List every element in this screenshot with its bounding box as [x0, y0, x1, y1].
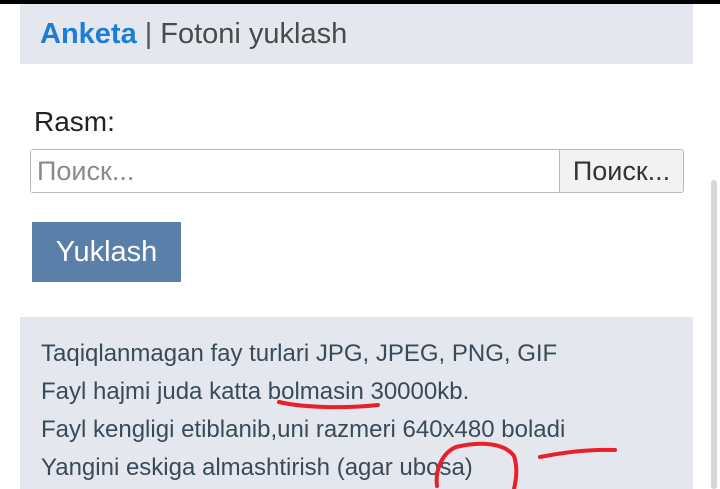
info-panel: Taqiqlanmagan fay turlari JPG, JPEG, PNG…	[20, 317, 693, 489]
tab-photo-upload[interactable]: Fotoni yuklash	[160, 18, 347, 51]
info-line-file-size: Fayl hajmi juda katta bolmasin 30000kb.	[41, 378, 470, 405]
image-field-label: Rasm:	[34, 106, 115, 137]
upload-button[interactable]: Yuklash	[32, 222, 181, 282]
file-path-input[interactable]	[31, 150, 559, 192]
info-line-file-types: Taqiqlanmagan fay turlari JPG, JPEG, PNG…	[41, 340, 558, 367]
tab-anketa[interactable]: Anketa	[40, 18, 137, 51]
scrollbar[interactable]	[711, 180, 717, 489]
page: Anketa | Fotoni yuklash Rasm: Поиск... Y…	[0, 4, 710, 489]
info-line-dimensions: Fayl kengligi etiblanib,uni razmeri 640x…	[41, 416, 566, 443]
header-panel: Anketa | Fotoni yuklash	[20, 4, 693, 64]
browse-button[interactable]: Поиск...	[559, 150, 683, 192]
file-input-row: Поиск...	[30, 149, 684, 193]
info-line-replace: Yangini eskiga almashtirish (agar ubosa)	[41, 454, 473, 481]
tab-separator: |	[144, 17, 153, 50]
